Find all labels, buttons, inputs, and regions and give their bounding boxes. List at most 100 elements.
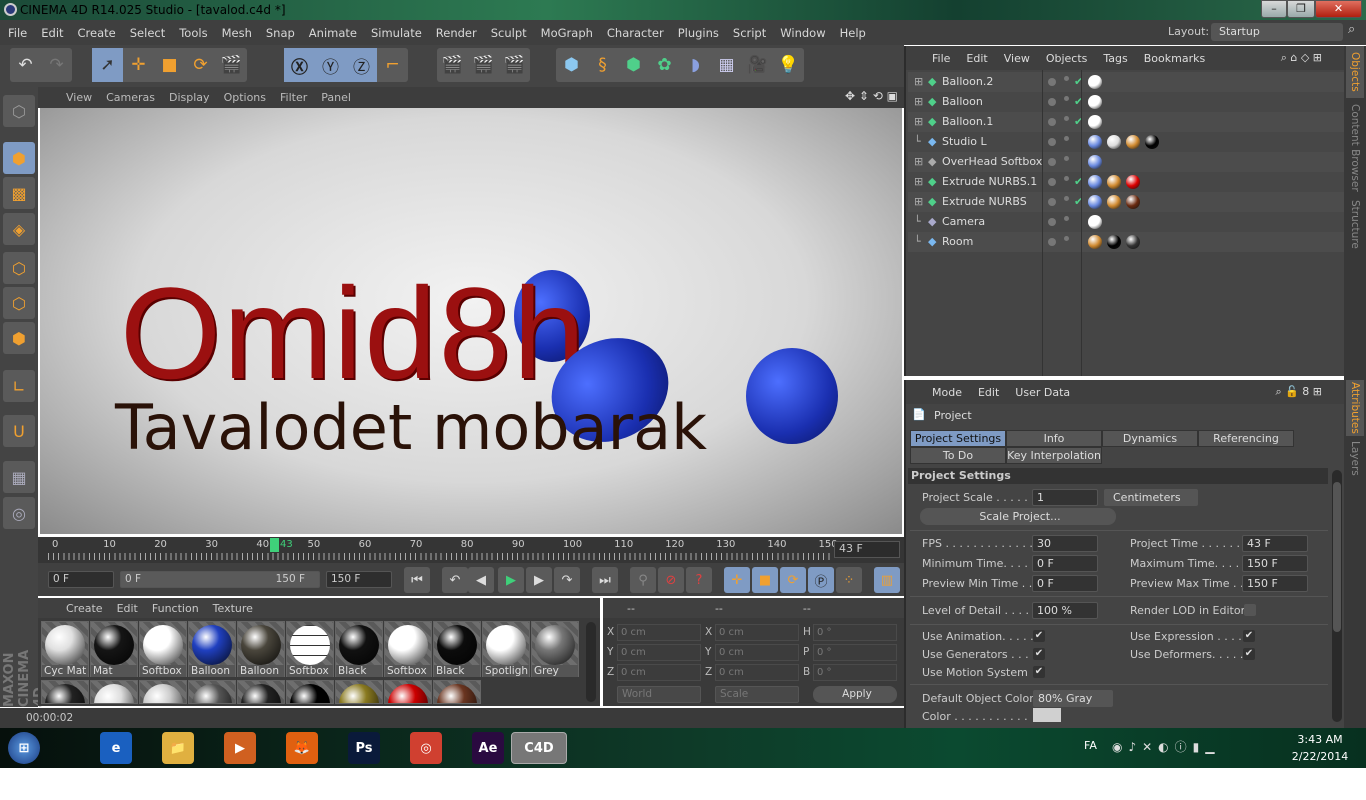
y-axis-icon[interactable]: Ⓨ xyxy=(315,48,346,82)
coord-scale-dropdown[interactable]: Scale xyxy=(715,686,799,703)
points-mode-icon[interactable]: ⬡ xyxy=(3,252,35,284)
render-lod-checkbox[interactable] xyxy=(1244,604,1256,616)
current-frame-field[interactable]: 43 F xyxy=(834,541,900,558)
visibility-dot[interactable] xyxy=(1048,238,1056,246)
menu-mesh[interactable]: Mesh xyxy=(222,26,252,40)
material-swatch[interactable] xyxy=(433,680,481,704)
attr-scrollbar[interactable] xyxy=(1332,470,1342,722)
viewport-menu-options[interactable]: Options xyxy=(224,91,266,104)
tag-icon[interactable] xyxy=(1126,235,1140,249)
object-name[interactable]: Camera xyxy=(942,212,985,232)
coord-field[interactable]: 0 cm xyxy=(617,624,701,641)
object-name[interactable]: Studio L xyxy=(942,132,987,152)
axis-mode-icon[interactable]: ∟ xyxy=(3,370,35,402)
end-frame-field[interactable]: 150 F xyxy=(326,571,392,588)
light-icon[interactable]: 💡 xyxy=(773,48,804,82)
language-indicator[interactable]: FA xyxy=(1084,739,1097,752)
key-rotation-icon[interactable]: ⟳ xyxy=(780,567,806,593)
tree-expand-icon[interactable]: └ xyxy=(914,212,921,232)
attr-menu-mode[interactable]: Mode xyxy=(932,386,962,399)
keyframe-selection-icon[interactable]: ? xyxy=(686,567,712,593)
units-dropdown[interactable]: Centimeters xyxy=(1104,489,1198,506)
ie-icon[interactable]: e xyxy=(100,732,132,764)
key-parameter-icon[interactable]: Ⓟ xyxy=(808,567,834,593)
playhead[interactable] xyxy=(270,538,279,552)
undo-icon[interactable]: ↶ xyxy=(10,48,41,82)
scale-project-button[interactable]: Scale Project... xyxy=(920,508,1116,525)
nurbs-icon[interactable]: ⬢ xyxy=(618,48,649,82)
object-row[interactable]: ⊞ ◆ Balloon ✔ xyxy=(908,92,1344,112)
array-icon[interactable]: ✿ xyxy=(649,48,680,82)
tag-icon[interactable] xyxy=(1088,215,1102,229)
attr-menu-edit[interactable]: Edit xyxy=(978,386,999,399)
render-dot[interactable] xyxy=(1064,96,1069,101)
viewport-menu-display[interactable]: Display xyxy=(169,91,210,104)
lod-field[interactable]: 100 % xyxy=(1032,602,1098,619)
object-row[interactable]: └ ◆ Room xyxy=(908,232,1344,252)
material-swatch[interactable]: Balloon xyxy=(237,621,285,677)
material-swatch[interactable]: Black xyxy=(335,621,383,677)
chrome-icon[interactable]: ◎ xyxy=(410,732,442,764)
search-icon[interactable]: ⌕ xyxy=(1348,22,1355,37)
render-settings-icon[interactable]: 🎬 xyxy=(499,48,530,82)
visibility-dot[interactable] xyxy=(1048,78,1056,86)
firefox-icon[interactable]: 🦊 xyxy=(286,732,318,764)
render-view-icon[interactable]: 🎬 xyxy=(437,48,468,82)
attr-header-icons[interactable]: ⌕ 🔓 8 ⊞ xyxy=(1275,385,1322,399)
record-icon[interactable]: ⚲ xyxy=(630,567,656,593)
menu-edit[interactable]: Edit xyxy=(41,26,63,40)
object-name[interactable]: Room xyxy=(942,232,973,252)
color-swatch[interactable] xyxy=(1033,708,1061,722)
obj-menu-edit[interactable]: Edit xyxy=(966,52,987,65)
coord-field[interactable]: 0 cm xyxy=(715,664,799,681)
material-swatch[interactable]: Black xyxy=(433,621,481,677)
material-swatch[interactable]: Spotligh xyxy=(482,621,530,677)
render-dot[interactable] xyxy=(1064,76,1069,81)
use-animation-checkbox[interactable]: ✔ xyxy=(1033,630,1045,642)
mat-menu-create[interactable]: Create xyxy=(66,602,103,615)
obj-menu-bookmarks[interactable]: Bookmarks xyxy=(1144,52,1205,65)
use-generators-checkbox[interactable]: ✔ xyxy=(1033,648,1045,660)
menu-simulate[interactable]: Simulate xyxy=(371,26,422,40)
tag-icon[interactable] xyxy=(1107,175,1121,189)
go-to-start-icon[interactable]: ⏮ xyxy=(404,567,430,593)
autokey-icon[interactable]: ⊘ xyxy=(658,567,684,593)
coord-field[interactable]: 0 ° xyxy=(813,644,897,661)
camera-icon[interactable]: 🎥 xyxy=(742,48,773,82)
minimize-button[interactable]: – xyxy=(1261,0,1287,18)
render-dot[interactable] xyxy=(1064,176,1069,181)
object-row[interactable]: └ ◆ Camera xyxy=(908,212,1344,232)
tag-icon[interactable] xyxy=(1088,195,1102,209)
obj-menu-tags[interactable]: Tags xyxy=(1103,52,1127,65)
tag-icon[interactable] xyxy=(1107,235,1121,249)
tab-to-do[interactable]: To Do xyxy=(910,447,1006,464)
start-frame-field[interactable]: 0 F xyxy=(48,571,114,588)
obj-menu-objects[interactable]: Objects xyxy=(1046,52,1088,65)
obj-menu-view[interactable]: View xyxy=(1004,52,1030,65)
menu-file[interactable]: File xyxy=(8,26,27,40)
render-dot[interactable] xyxy=(1064,116,1069,121)
tag-icon[interactable] xyxy=(1107,195,1121,209)
media-player-icon[interactable]: ▶ xyxy=(224,732,256,764)
visibility-dot[interactable] xyxy=(1048,138,1056,146)
material-scrollbar[interactable] xyxy=(586,622,596,702)
material-swatch[interactable] xyxy=(335,680,383,704)
coord-field[interactable]: 0 cm xyxy=(617,644,701,661)
visibility-dot[interactable] xyxy=(1048,118,1056,126)
mat-menu-texture[interactable]: Texture xyxy=(213,602,253,615)
last-tool-icon[interactable]: 🎬 xyxy=(216,48,247,82)
photoshop-icon[interactable]: Ps xyxy=(348,732,380,764)
3d-viewport[interactable]: Omid8h Tavalodet mobarak xyxy=(40,108,902,534)
max-time-field[interactable]: 150 F xyxy=(1242,555,1308,572)
key-scale-icon[interactable]: ■ xyxy=(752,567,778,593)
material-swatch[interactable]: Cyc Mat xyxy=(41,621,89,677)
make-editable-icon[interactable]: ⬡ xyxy=(3,95,35,127)
tab-referencing[interactable]: Referencing xyxy=(1198,430,1294,447)
object-name[interactable]: Balloon.2 xyxy=(942,72,993,92)
viewport-nav-icons[interactable]: ✥ ⇕ ⟲ ▣ xyxy=(845,89,898,103)
tab-attributes[interactable]: Attributes xyxy=(1346,380,1364,436)
tab-dynamics[interactable]: Dynamics xyxy=(1102,430,1198,447)
coord-field[interactable]: 0 cm xyxy=(715,624,799,641)
tab-key-interpolation[interactable]: Key Interpolation xyxy=(1006,447,1102,464)
rotate-tool-icon[interactable]: ⟳ xyxy=(185,48,216,82)
